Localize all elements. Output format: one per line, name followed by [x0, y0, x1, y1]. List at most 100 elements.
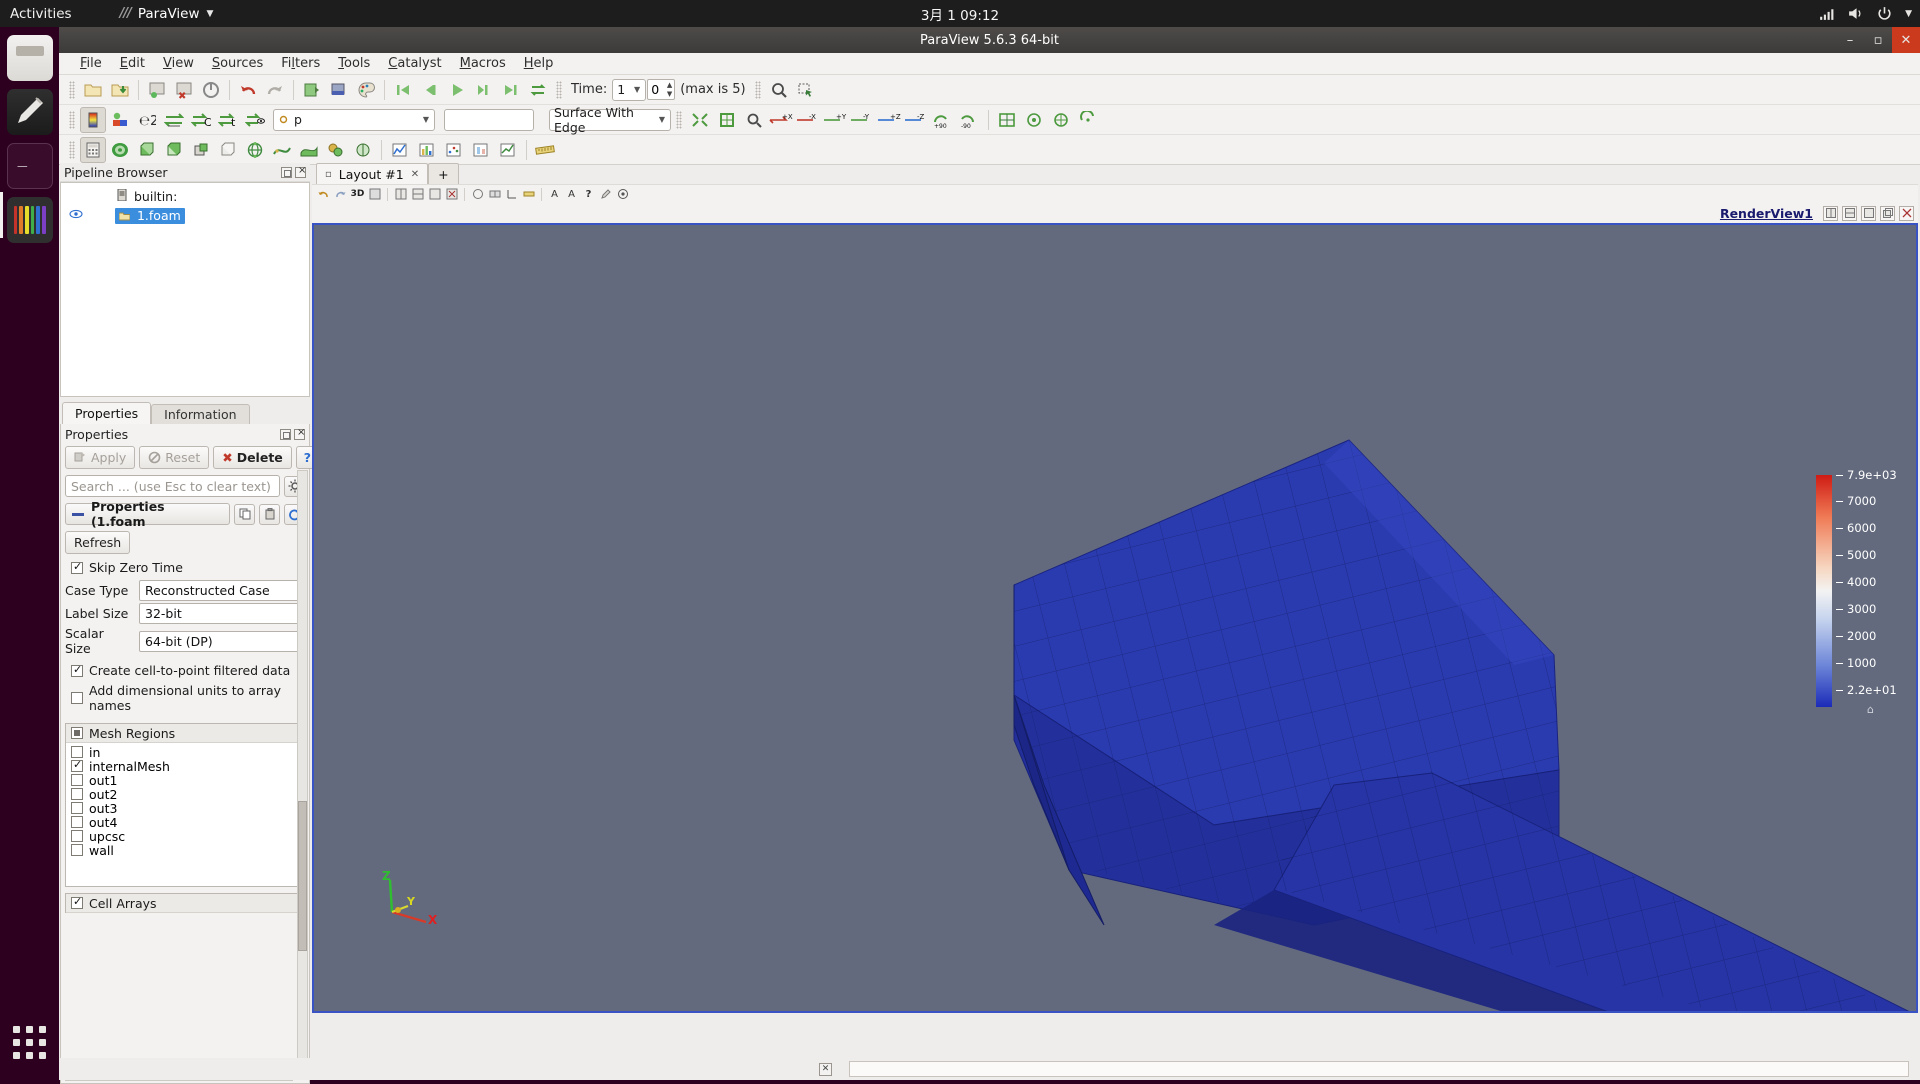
pipeline-item-foam[interactable]: 1.foam	[61, 206, 309, 225]
launcher-item-terminal[interactable]	[6, 143, 53, 189]
close-icon[interactable]	[1899, 205, 1914, 221]
rescale-over-time-icon[interactable]	[161, 107, 187, 133]
quartile-chart-icon[interactable]	[468, 137, 494, 163]
slice-icon[interactable]	[161, 137, 187, 163]
system-indicators[interactable]: ▼	[1818, 5, 1912, 22]
render-view[interactable]: 7.9e+03 7000 6000 5000 4000 3000 2000 10…	[312, 223, 1918, 1013]
mesh-regions-list[interactable]: Mesh Regions in internalMesh out1 out2	[65, 723, 305, 887]
extract-level-icon[interactable]	[350, 137, 376, 163]
mesh-region-row[interactable]: in	[66, 745, 304, 760]
previous-frame-icon[interactable]	[417, 77, 443, 103]
launcher-item-writer[interactable]	[6, 89, 53, 135]
color-palette-icon[interactable]	[353, 77, 379, 103]
add-layout-tab[interactable]: +	[428, 163, 459, 184]
tab-information[interactable]: Information	[151, 404, 250, 424]
view-name-label[interactable]: RenderView1	[1720, 206, 1813, 221]
plus-x-icon[interactable]: +X	[768, 107, 794, 133]
rescale-temporal-icon[interactable]: t	[215, 107, 241, 133]
activities-button[interactable]: Activities	[10, 6, 72, 22]
zoom-to-data-icon[interactable]	[741, 107, 767, 133]
split-vertical-icon[interactable]	[410, 187, 425, 202]
visibility-toggle[interactable]	[67, 209, 85, 222]
redo-icon[interactable]	[262, 77, 288, 103]
minus-x-icon[interactable]: -X	[795, 107, 821, 133]
spin-down-icon[interactable]: ▼	[667, 90, 672, 98]
minimize-button[interactable]: –	[1836, 27, 1864, 53]
time-combo[interactable]: 1 ▼	[612, 78, 647, 101]
rotate-minus90-icon[interactable]: -90	[957, 107, 983, 133]
rescale-to-data-range-icon[interactable]	[107, 107, 133, 133]
play-icon[interactable]	[444, 77, 470, 103]
menu-help[interactable]: Help	[515, 54, 563, 73]
maximize-view-icon[interactable]	[427, 187, 442, 202]
reset-center-icon[interactable]	[1021, 107, 1047, 133]
plus-z-icon[interactable]: +Z	[876, 107, 902, 133]
open-recent-icon[interactable]	[107, 77, 133, 103]
copy-icon[interactable]	[234, 503, 255, 525]
show-center-icon[interactable]	[1075, 107, 1101, 133]
mesh-region-row[interactable]: out4	[66, 815, 304, 830]
menu-filters[interactable]: Filters	[272, 54, 329, 73]
properties-group-header[interactable]: Properties (1.foam	[65, 499, 230, 529]
camera-undo-icon[interactable]	[316, 187, 331, 202]
group-datasets-icon[interactable]	[323, 137, 349, 163]
menu-edit[interactable]: Edit	[111, 54, 154, 73]
menu-tools[interactable]: Tools	[329, 54, 379, 73]
minus-z-icon[interactable]: -Z	[903, 107, 929, 133]
mesh-regions-header-checkbox[interactable]	[71, 727, 83, 739]
app-menu-button[interactable]: /// ParaView ▼	[120, 6, 214, 22]
toolbar-grip[interactable]	[556, 80, 562, 99]
extract-subset-icon[interactable]	[215, 137, 241, 163]
cell-arrays-header[interactable]: Cell Arrays	[66, 894, 304, 913]
menu-sources[interactable]: Sources	[203, 54, 272, 73]
clip-icon[interactable]	[134, 137, 160, 163]
split-horizontal-icon[interactable]	[1823, 205, 1838, 221]
histogram-icon[interactable]	[414, 137, 440, 163]
mesh-region-row[interactable]: out3	[66, 801, 304, 816]
refresh-button[interactable]: Refresh	[65, 531, 131, 554]
tab-properties[interactable]: Properties	[62, 402, 152, 424]
mesh-region-row[interactable]: wall	[66, 843, 304, 858]
mesh-region-row[interactable]: internalMesh	[66, 758, 304, 774]
color-legend[interactable]: 7.9e+03 7000 6000 5000 4000 3000 2000 10…	[1816, 468, 1897, 707]
menu-macros[interactable]: Macros	[451, 54, 515, 73]
first-frame-icon[interactable]	[390, 77, 416, 103]
frame-spinbox[interactable]: 0 ▲ ▼	[647, 79, 676, 100]
warp-icon[interactable]	[296, 137, 322, 163]
close-button[interactable]: ✕	[1892, 27, 1920, 53]
cell-arrays-list[interactable]: Cell Arrays	[65, 893, 305, 913]
undock-icon[interactable]	[280, 428, 291, 440]
menu-view[interactable]: View	[154, 54, 203, 73]
scalar-size-combo[interactable]: 64-bit (DP)	[139, 630, 305, 652]
camera-redo-icon[interactable]	[333, 187, 348, 202]
legend-edit-icon[interactable]: ⌂	[1867, 703, 1874, 716]
plus-y-icon[interactable]: +Y	[822, 107, 848, 133]
pipeline-item-selected[interactable]: 1.foam	[115, 207, 185, 224]
bar-chart-icon[interactable]	[495, 137, 521, 163]
pipeline-browser-list[interactable]: builtin: 1.foam	[60, 182, 310, 397]
properties-vertical-scrollbar[interactable]	[297, 470, 308, 1080]
center-axes-icon[interactable]	[994, 107, 1020, 133]
case-type-combo[interactable]: Reconstructed Case	[139, 580, 305, 601]
undo-icon[interactable]	[235, 77, 261, 103]
statusbar-close-icon[interactable]: ✕	[819, 1062, 832, 1076]
delete-button[interactable]: ✖ Delete	[213, 446, 292, 469]
help-icon[interactable]: ?	[581, 187, 596, 202]
contour-icon[interactable]	[107, 137, 133, 163]
spin-up-icon[interactable]: ▲	[667, 81, 672, 89]
rotate-plus90-icon[interactable]: +90	[930, 107, 956, 133]
rescale-visible-icon[interactable]: C	[188, 107, 214, 133]
toolbar-grip[interactable]	[69, 80, 75, 99]
show-applications-button[interactable]	[7, 1020, 53, 1066]
axes-icon[interactable]	[504, 187, 519, 202]
toolbar-grip[interactable]	[676, 110, 682, 129]
mesh-region-checkbox[interactable]	[71, 816, 83, 828]
select-icon[interactable]	[793, 77, 819, 103]
maximize-icon[interactable]	[1861, 205, 1876, 221]
layout-tab-1[interactable]: ▫ Layout #1 ✕	[316, 163, 429, 184]
mesh-region-checkbox[interactable]	[71, 788, 83, 800]
cell-arrays-header-checkbox[interactable]	[71, 895, 83, 909]
edit-icon[interactable]	[598, 187, 613, 202]
close-icon[interactable]: ✕	[411, 169, 419, 180]
zoom-to-box-icon[interactable]	[714, 107, 740, 133]
